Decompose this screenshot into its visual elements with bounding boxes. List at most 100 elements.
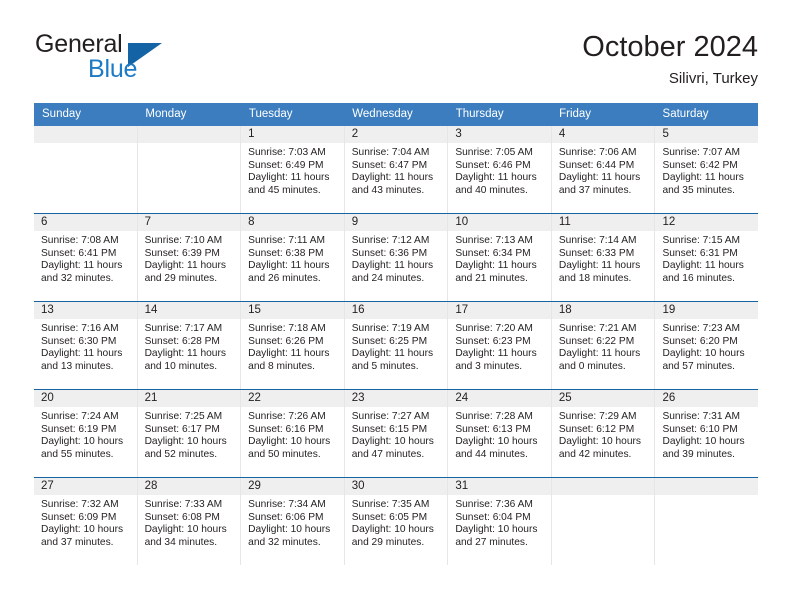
day-sunset-text: Sunset: 6:17 PM [144,423,220,435]
day-cell[interactable]: 5 Sunrise: 7:07 AM Sunset: 6:42 PM Daylight… [654,126,759,213]
day-details: Sunrise: 7:06 AM Sunset: 6:44 PM Daylight:… [552,143,655,197]
day-cell[interactable]: 13 Sunrise: 7:16 AM Sunset: 6:30 PM Dayligh… [34,302,137,389]
day-sunset-text: Sunset: 6:22 PM [558,335,635,347]
day-cell[interactable]: 23 Sunrise: 7:27 AM Sunset: 6:15 PM Dayligh… [343,390,448,477]
day-sunset-text: Sunset: 6:47 PM [351,159,428,171]
day-cell[interactable]: 28 Sunrise: 7:33 AM Sunset: 6:08 PM Dayligh… [136,478,241,565]
day-daylight2-text: and 29 minutes. [351,536,425,548]
day-daylight1-text: Daylight: 10 hours [41,436,124,448]
day-sunrise-text: Sunrise: 7:07 AM [662,147,741,158]
day-number [137,126,241,143]
day-number: 30 [344,478,448,495]
day-daylight2-text: and 42 minutes. [558,448,632,460]
day-daylight1-text: Daylight: 10 hours [351,524,434,536]
weekday-header-thursday: Thursday [455,108,504,120]
day-cell[interactable]: 7 Sunrise: 7:10 AM Sunset: 6:39 PM Daylight… [136,214,241,301]
day-details [138,143,241,147]
day-cell[interactable]: 20 Sunrise: 7:24 AM Sunset: 6:19 PM Dayligh… [34,390,137,477]
day-cell[interactable]: 16 Sunrise: 7:19 AM Sunset: 6:25 PM Dayligh… [343,302,448,389]
day-details: Sunrise: 7:26 AM Sunset: 6:16 PM Daylight:… [241,407,344,461]
day-cell[interactable]: 1 Sunrise: 7:03 AM Sunset: 6:49 PM Daylight… [240,126,344,213]
day-cell[interactable]: 27 Sunrise: 7:32 AM Sunset: 6:09 PM Dayligh… [34,478,137,565]
day-details: Sunrise: 7:07 AM Sunset: 6:42 PM Daylight:… [655,143,758,197]
day-sunrise-text: Sunrise: 7:16 AM [41,323,119,334]
day-sunrise-text: Sunrise: 7:05 AM [455,147,533,158]
day-daylight2-text: and 34 minutes. [144,536,218,548]
day-sunrise-text: Sunrise: 7:35 AM [351,499,430,510]
day-cell[interactable]: 18 Sunrise: 7:21 AM Sunset: 6:22 PM Dayligh… [550,302,655,389]
day-cell[interactable]: 29 Sunrise: 7:34 AM Sunset: 6:06 PM Dayligh… [240,478,344,565]
day-cell[interactable]: 10 Sunrise: 7:13 AM Sunset: 6:34 PM Dayligh… [447,214,551,301]
day-sunset-text: Sunset: 6:06 PM [248,511,324,523]
day-daylight1-text: Daylight: 11 hours [248,260,330,272]
day-cell[interactable]: 8 Sunrise: 7:11 AM Sunset: 6:38 PM Daylight… [240,214,344,301]
day-daylight1-text: Daylight: 10 hours [558,436,642,448]
day-sunrise-text: Sunrise: 7:12 AM [351,235,430,246]
day-cell[interactable]: 15 Sunrise: 7:18 AM Sunset: 6:26 PM Dayligh… [240,302,344,389]
day-cell[interactable]: 24 Sunrise: 7:28 AM Sunset: 6:13 PM Dayligh… [447,390,551,477]
day-cell[interactable]: 3 Sunrise: 7:05 AM Sunset: 6:46 PM Daylight… [447,126,551,213]
day-daylight2-text: and 35 minutes. [662,184,735,196]
day-daylight1-text: Daylight: 11 hours [144,260,226,272]
day-sunset-text: Sunset: 6:36 PM [351,247,428,259]
day-sunrise-text: Sunrise: 7:08 AM [41,235,119,246]
day-cell[interactable]: 9 Sunrise: 7:12 AM Sunset: 6:36 PM Daylight… [343,214,448,301]
day-sunrise-text: Sunrise: 7:20 AM [455,323,533,334]
weekday-header-wednesday: Wednesday [352,108,413,120]
day-daylight2-text: and 13 minutes. [41,360,114,372]
day-daylight1-text: Daylight: 10 hours [455,436,538,448]
day-cell[interactable]: 12 Sunrise: 7:15 AM Sunset: 6:31 PM Dayligh… [654,214,759,301]
day-sunrise-text: Sunrise: 7:10 AM [144,235,223,246]
day-number: 20 [34,390,137,407]
day-cell[interactable]: 21 Sunrise: 7:25 AM Sunset: 6:17 PM Dayligh… [136,390,241,477]
day-sunrise-text: Sunrise: 7:13 AM [455,235,533,246]
day-cell-empty [34,126,137,213]
day-daylight1-text: Daylight: 11 hours [662,172,744,184]
day-cell[interactable]: 11 Sunrise: 7:14 AM Sunset: 6:33 PM Dayligh… [550,214,655,301]
day-sunrise-text: Sunrise: 7:21 AM [558,323,637,334]
calendar-page: General Blue October 2024 Silivri, Turke… [0,0,792,612]
day-cell[interactable]: 2 Sunrise: 7:04 AM Sunset: 6:47 PM Daylight… [343,126,448,213]
weekday-header-friday: Friday [559,108,592,120]
day-daylight1-text: Daylight: 10 hours [455,524,538,536]
day-cell[interactable]: 17 Sunrise: 7:20 AM Sunset: 6:23 PM Dayligh… [447,302,551,389]
day-sunset-text: Sunset: 6:20 PM [662,335,738,347]
calendar-grid: Sunday Monday Tuesday Wednesday Thursday Frid… [34,103,759,565]
day-sunset-text: Sunset: 6:19 PM [41,423,117,435]
day-number: 21 [137,390,241,407]
day-number: 2 [344,126,448,143]
day-daylight1-text: Daylight: 10 hours [662,436,745,448]
day-cell[interactable]: 30 Sunrise: 7:35 AM Sunset: 6:05 PM Dayligh… [343,478,448,565]
day-sunset-text: Sunset: 6:42 PM [662,159,738,171]
day-sunset-text: Sunset: 6:25 PM [351,335,428,347]
day-details: Sunrise: 7:35 AM Sunset: 6:05 PM Daylight:… [345,495,448,549]
day-sunrise-text: Sunrise: 7:19 AM [351,323,430,334]
day-sunset-text: Sunset: 6:04 PM [455,511,531,523]
day-details: Sunrise: 7:12 AM Sunset: 6:36 PM Daylight:… [345,231,448,285]
day-details: Sunrise: 7:29 AM Sunset: 6:12 PM Daylight:… [552,407,655,461]
day-cell[interactable]: 14 Sunrise: 7:17 AM Sunset: 6:28 PM Dayligh… [136,302,241,389]
day-cell[interactable]: 31 Sunrise: 7:36 AM Sunset: 6:04 PM Dayligh… [447,478,551,565]
day-sunset-text: Sunset: 6:08 PM [144,511,220,523]
day-details: Sunrise: 7:05 AM Sunset: 6:46 PM Daylight:… [448,143,551,197]
day-cell[interactable]: 25 Sunrise: 7:29 AM Sunset: 6:12 PM Dayligh… [550,390,655,477]
day-number: 1 [241,126,344,143]
day-number: 31 [448,478,551,495]
day-number: 5 [655,126,759,143]
day-cell[interactable]: 4 Sunrise: 7:06 AM Sunset: 6:44 PM Daylight… [550,126,655,213]
day-daylight1-text: Daylight: 10 hours [41,524,124,536]
day-daylight2-text: and 24 minutes. [351,272,425,284]
day-cell[interactable]: 6 Sunrise: 7:08 AM Sunset: 6:41 PM Daylight… [34,214,137,301]
day-cell[interactable]: 19 Sunrise: 7:23 AM Sunset: 6:20 PM Dayligh… [654,302,759,389]
weekday-header-monday: Monday [145,108,187,120]
day-sunrise-text: Sunrise: 7:03 AM [248,147,326,158]
day-sunrise-text: Sunrise: 7:15 AM [662,235,741,246]
day-cell[interactable]: 26 Sunrise: 7:31 AM Sunset: 6:10 PM Dayligh… [654,390,759,477]
day-details: Sunrise: 7:03 AM Sunset: 6:49 PM Daylight:… [241,143,344,197]
day-details: Sunrise: 7:16 AM Sunset: 6:30 PM Daylight:… [34,319,137,373]
day-cell[interactable]: 22 Sunrise: 7:26 AM Sunset: 6:16 PM Dayligh… [240,390,344,477]
brand-logo[interactable]: General Blue [34,30,234,92]
day-number: 19 [655,302,759,319]
page-subtitle: Silivri, Turkey [668,70,758,87]
day-sunset-text: Sunset: 6:23 PM [455,335,531,347]
